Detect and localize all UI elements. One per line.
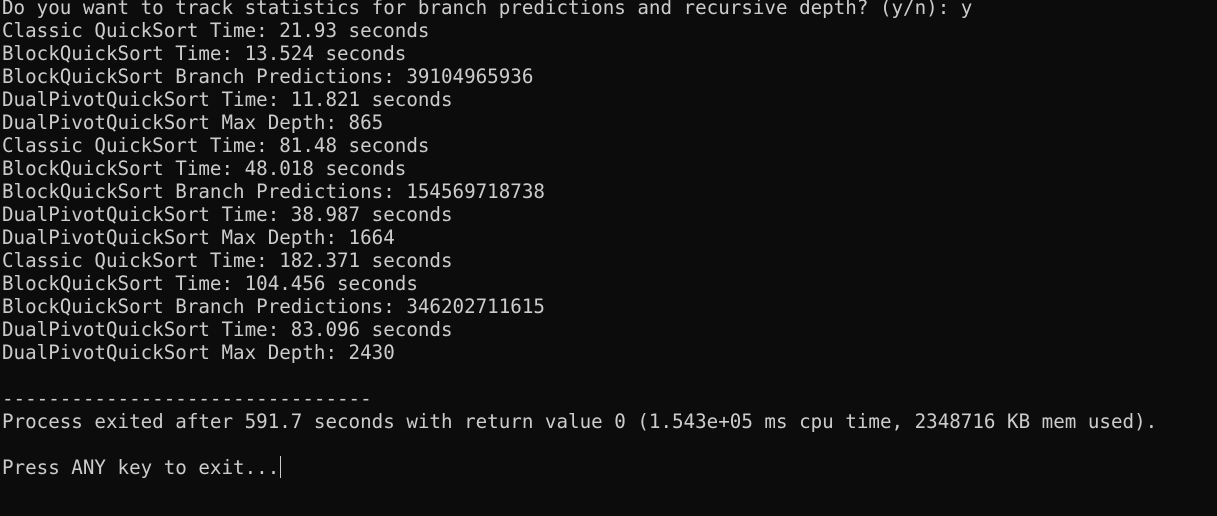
- press-key-prompt: Press ANY key to exit...: [2, 456, 280, 479]
- press-key-line: Press ANY key to exit...: [2, 456, 1217, 479]
- console-window[interactable]: Do you want to track statistics for bran…: [0, 0, 1217, 512]
- console-line: Classic QuickSort Time: 81.48 seconds: [2, 134, 430, 157]
- console-line: Classic QuickSort Time: 21.93 seconds: [2, 19, 430, 42]
- console-line: DualPivotQuickSort Time: 83.096 seconds: [2, 318, 453, 341]
- console-line: BlockQuickSort Time: 13.524 seconds: [2, 42, 407, 65]
- text-cursor: [280, 456, 282, 478]
- console-line: DualPivotQuickSort Max Depth: 2430: [2, 341, 395, 364]
- console-line: DualPivotQuickSort Time: 38.987 seconds: [2, 203, 453, 226]
- console-line-prompt: Do you want to track statistics for bran…: [2, 0, 973, 19]
- console-line: BlockQuickSort Time: 48.018 seconds: [2, 157, 407, 180]
- separator-line: --------------------------------: [2, 387, 372, 410]
- console-line: Classic QuickSort Time: 182.371 seconds: [2, 249, 453, 272]
- console-line: BlockQuickSort Branch Predictions: 34620…: [2, 295, 545, 318]
- console-line: BlockQuickSort Branch Predictions: 15456…: [2, 180, 545, 203]
- console-line: DualPivotQuickSort Max Depth: 1664: [2, 226, 395, 249]
- console-line: DualPivotQuickSort Max Depth: 865: [2, 111, 384, 134]
- console-line: BlockQuickSort Time: 104.456 seconds: [2, 272, 418, 295]
- console-line: BlockQuickSort Branch Predictions: 39104…: [2, 65, 534, 88]
- exit-message: Process exited after 591.7 seconds with …: [2, 410, 1158, 433]
- console-line: DualPivotQuickSort Time: 11.821 seconds: [2, 88, 453, 111]
